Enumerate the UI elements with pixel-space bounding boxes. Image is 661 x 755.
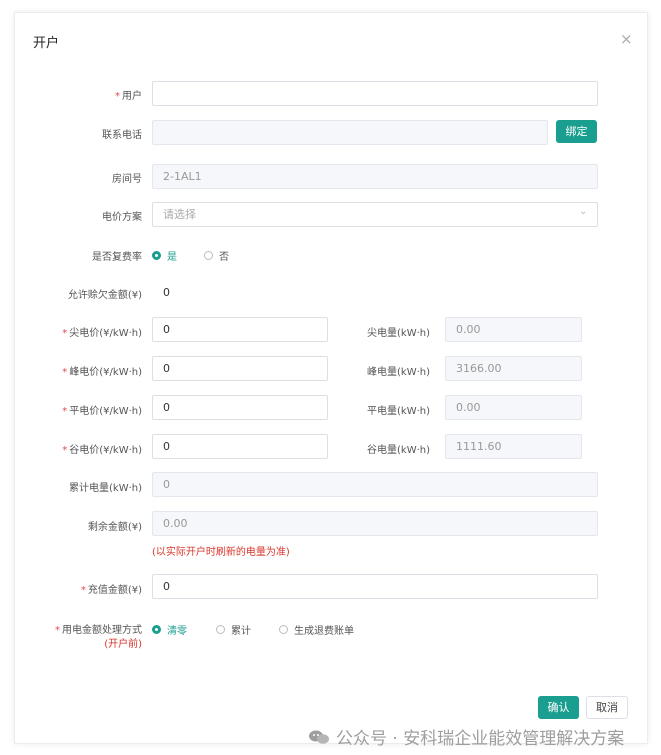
multi-rate-label: 是否复费率 xyxy=(92,252,142,263)
allowed-arrears-value: 0 xyxy=(163,286,170,299)
bind-button[interactable]: 绑定 xyxy=(556,120,597,143)
price-plan-select[interactable]: 请选择 xyxy=(152,202,598,227)
total-energy-input: 0 xyxy=(152,472,598,497)
recharge-amount-input[interactable]: 0 xyxy=(152,574,598,599)
radio-yes[interactable]: 是 xyxy=(152,248,177,263)
radio-clear[interactable]: 清零 xyxy=(152,622,187,637)
total-energy-label: 累计电量(kW·h) xyxy=(69,483,142,494)
mode-sub-label: (开户前) xyxy=(104,639,142,650)
room-label: 房间号 xyxy=(112,174,142,185)
remaining-amount-input: 0.00 xyxy=(152,511,598,536)
peak-price-input[interactable]: 0 xyxy=(152,356,328,381)
valley-energy-label: 谷电量(kW·h) xyxy=(367,445,430,456)
peak-energy-label: 峰电量(kW·h) xyxy=(367,367,430,378)
peak-energy-input: 3166.00 xyxy=(445,356,582,381)
user-input[interactable] xyxy=(152,81,598,106)
flat-energy-label: 平电量(kW·h) xyxy=(367,406,430,417)
radio-no[interactable]: 否 xyxy=(204,248,229,263)
dialog-title: 开户 xyxy=(33,36,60,51)
radio-refund-bill[interactable]: 生成退费账单 xyxy=(279,622,354,637)
valley-price-input[interactable]: 0 xyxy=(152,434,328,459)
confirm-button[interactable]: 确认 xyxy=(538,696,579,719)
sharp-price-input[interactable]: 0 xyxy=(152,317,328,342)
flat-price-input[interactable]: 0 xyxy=(152,395,328,420)
phone-label: 联系电话 xyxy=(102,130,142,141)
peak-price-label: * 峰电价(¥/kW·h) xyxy=(62,367,142,378)
watermark: 公众号 · 安科瑞企业能效管理解决方案 xyxy=(308,724,624,749)
sharp-price-label: * 尖电价(¥/kW·h) xyxy=(62,328,142,339)
wechat-icon xyxy=(309,730,329,744)
radio-accumulate[interactable]: 累计 xyxy=(216,622,251,637)
radio-no-circle xyxy=(204,251,213,260)
cancel-button[interactable]: 取消 xyxy=(586,696,628,719)
close-icon[interactable]: × xyxy=(620,30,633,48)
watermark-text: 公众号 · 安科瑞企业能效管理解决方案 xyxy=(336,729,625,749)
remaining-amount-label: 剩余金额(¥) xyxy=(87,522,142,533)
remaining-amount-hint: (以实际开户时刷新的电量为准) xyxy=(152,547,290,558)
valley-price-label: * 谷电价(¥/kW·h) xyxy=(62,445,142,456)
radio-accumulate-circle xyxy=(216,625,225,634)
room-input: 2-1AL1 xyxy=(152,164,598,189)
chevron-down-icon: ⌄ xyxy=(579,206,588,217)
radio-clear-circle xyxy=(152,625,161,634)
sharp-energy-input: 0.00 xyxy=(445,317,582,342)
price-plan-label: 电价方案 xyxy=(102,212,142,223)
flat-energy-input: 0.00 xyxy=(445,395,582,420)
recharge-amount-label: * 充值金额(¥) xyxy=(80,585,142,596)
user-label: * 用户 xyxy=(115,91,142,102)
allowed-arrears-label: 允许赊欠金额(¥) xyxy=(67,290,142,301)
mode-label: * 用电金额处理方式 xyxy=(55,625,142,636)
radio-yes-circle xyxy=(152,251,161,260)
sharp-energy-label: 尖电量(kW·h) xyxy=(367,328,430,339)
valley-energy-input: 1111.60 xyxy=(445,434,582,459)
flat-price-label: * 平电价(¥/kW·h) xyxy=(62,406,142,417)
radio-refund-bill-circle xyxy=(279,625,288,634)
phone-input[interactable] xyxy=(152,120,548,145)
